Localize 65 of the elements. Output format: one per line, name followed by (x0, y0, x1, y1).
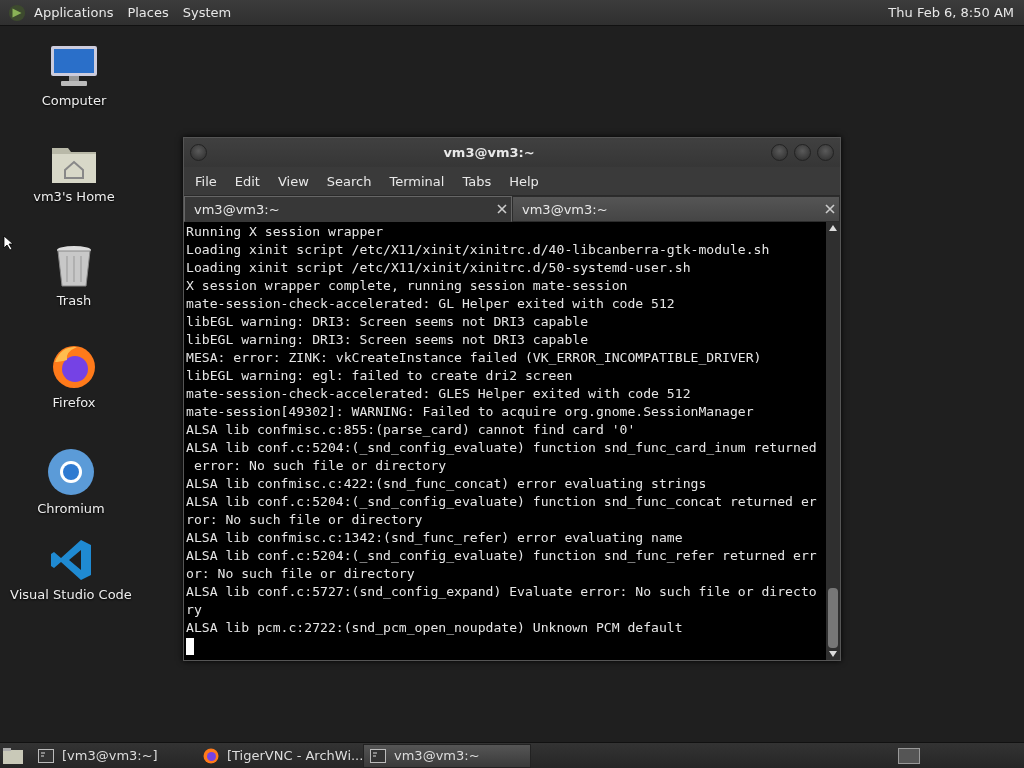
terminal-tab[interactable]: vm3@vm3:~ (512, 196, 840, 222)
window-title: vm3@vm3:~ (442, 145, 536, 160)
scroll-down-icon[interactable] (829, 651, 837, 657)
clock[interactable]: Thu Feb 6, 8:50 AM (888, 5, 1018, 20)
close-tab-icon[interactable] (497, 204, 507, 214)
menu-item[interactable]: File (186, 173, 226, 189)
panel-menu[interactable]: Applications (34, 5, 114, 20)
desktop-icon-label[interactable]: Visual Studio Code (10, 587, 132, 602)
terminal-line: Running X session wrapper (186, 223, 385, 241)
close-tab-icon[interactable] (825, 204, 835, 214)
terminal-line: ror: No such file or directory (186, 511, 424, 529)
desktop-icon-label[interactable]: Trash (56, 293, 92, 308)
terminal-line: ALSA lib confmisc.c:855:(parse_card) cannot find card '0' (186, 421, 637, 439)
terminal-line: X session wrapper complete, running session mate-session (186, 277, 629, 295)
menu-item[interactable]: Help (500, 173, 548, 189)
vscode-icon[interactable] (49, 538, 93, 582)
panel-menu[interactable]: Places (127, 5, 169, 20)
trash-icon[interactable] (54, 244, 94, 288)
show-desktop-icon[interactable] (2, 746, 24, 765)
menu-item[interactable]: Tabs (453, 173, 501, 189)
terminal-line: libEGL warning: DRI3: Screen seems not DRI3 capable (186, 331, 590, 349)
distro-logo-icon[interactable] (8, 3, 26, 22)
menu-item[interactable]: View (268, 173, 318, 189)
terminal-line: ry (186, 601, 203, 619)
menu-item[interactable]: Terminal (380, 173, 454, 189)
desktop-icon-label[interactable]: Firefox (52, 395, 96, 410)
scrollbar-thumb[interactable] (828, 588, 838, 648)
desktop-icon-label[interactable]: Chromium (37, 501, 105, 516)
terminal-line: ALSA lib confmisc.c:1342:(snd_func_refer) error evaluating name (186, 529, 684, 547)
mouse-pointer-icon (3, 235, 13, 251)
terminal-line: mate-session-check-accelerated: GLES Helper exited with code 512 (186, 385, 692, 403)
scroll-up-icon[interactable] (829, 225, 837, 231)
workspace-switcher[interactable] (898, 747, 920, 764)
terminal-icon (38, 748, 54, 763)
chromium-icon[interactable] (47, 448, 95, 496)
firefox-icon (203, 747, 219, 764)
panel-menu[interactable]: System (182, 5, 232, 20)
menu-item[interactable]: Edit (225, 173, 269, 189)
taskbar-button[interactable]: vm3@vm3:~ (363, 743, 531, 768)
terminal-line: or: No such file or directory (186, 565, 416, 583)
terminal-line: mate-session-check-accelerated: GL Helper exited with code 512 (186, 295, 676, 313)
scrollbar[interactable] (826, 222, 840, 660)
terminal-line: MESA: error: ZINK: vkCreateInstance failed (VK_ERROR_INCOMPATIBLE_DRIVER) (186, 349, 763, 367)
terminal-line: ALSA lib conf.c:5204:(_snd_config_evaluate) function snd_func_card_inum returned (186, 439, 818, 457)
terminal-line: ALSA lib confmisc.c:422:(snd_func_concat) error evaluating strings (186, 475, 708, 493)
taskbar-button[interactable]: [TigerVNC - ArchWi... (197, 744, 363, 767)
text-cursor (186, 638, 194, 655)
desktop-icon-label[interactable]: Computer (41, 93, 107, 108)
menu-item[interactable]: Search (317, 173, 381, 189)
taskbar-button[interactable]: [vm3@vm3:~] (32, 744, 197, 767)
terminal-icon (370, 748, 386, 763)
terminal-line: ALSA lib pcm.c:2722:(snd_pcm_open_noupdate) Unknown PCM default (186, 619, 684, 637)
computer-icon[interactable] (49, 44, 99, 88)
terminal-line: Loading xinit script /etc/X11/xinit/xinitrc.d/50-systemd-user.sh (186, 259, 692, 277)
firefox-icon[interactable] (51, 344, 97, 390)
terminal-line: error: No such file or directory (192, 457, 448, 475)
terminal-line: libEGL warning: egl: failed to create dri2 screen (186, 367, 574, 385)
terminal-line: ALSA lib conf.c:5204:(_snd_config_evaluate) function snd_func_concat returned er (186, 493, 818, 511)
terminal-line: mate-session[49302]: WARNING: Failed to acquire org.gnome.SessionManager (186, 403, 755, 421)
terminal-line: ALSA lib conf.c:5727:(snd_config_expand) Evaluate error: No such file or directo (186, 583, 818, 601)
desktop-icon-label[interactable]: vm3's Home (33, 189, 115, 204)
terminal-tab[interactable]: vm3@vm3:~ (184, 196, 512, 222)
terminal-line: libEGL warning: DRI3: Screen seems not DRI3 capable (186, 313, 590, 331)
terminal-line: Loading xinit script /etc/X11/xinit/xinitrc.d/40-libcanberra-gtk-module.sh (186, 241, 771, 259)
terminal-line: ALSA lib conf.c:5204:(_snd_config_evaluate) function snd_func_refer returned err (186, 547, 818, 565)
